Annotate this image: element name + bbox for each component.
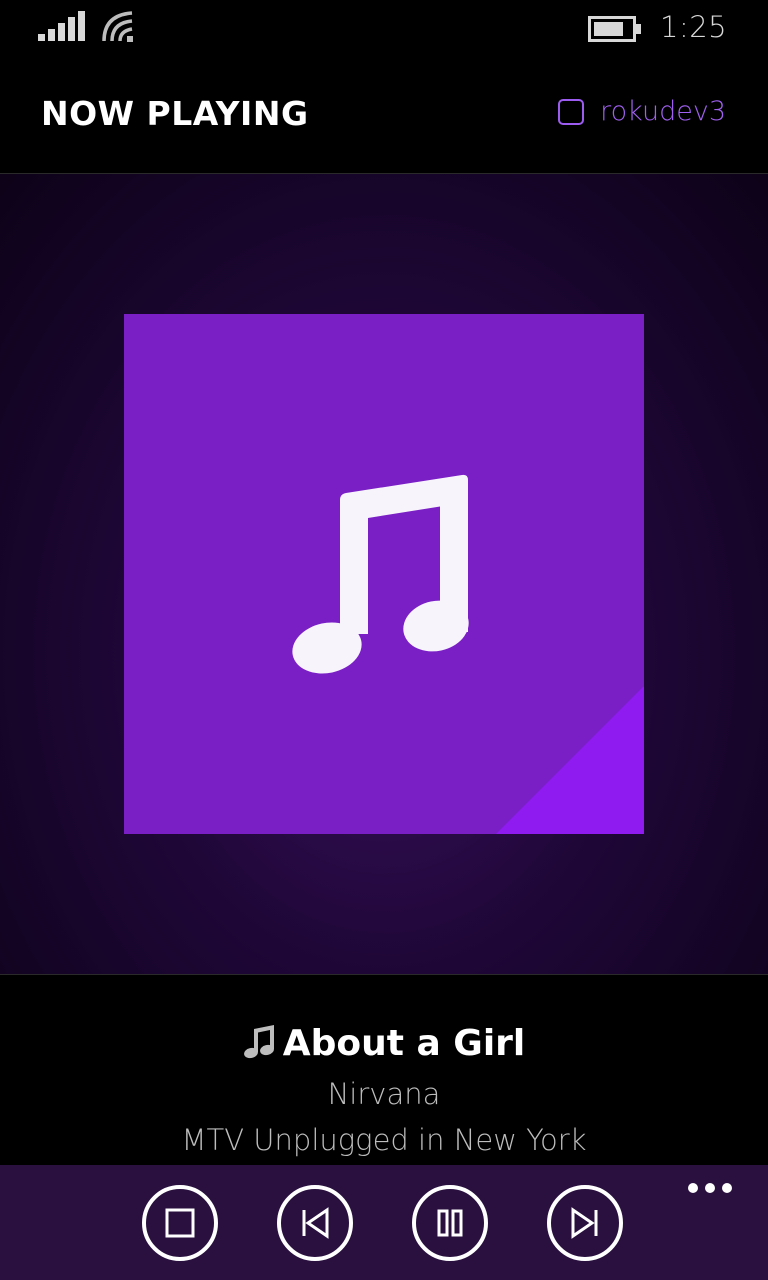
- more-dot: [688, 1183, 698, 1193]
- track-info: About a Girl Nirvana MTV Unplugged in Ne…: [0, 975, 768, 1165]
- stop-button[interactable]: [142, 1185, 218, 1261]
- track-artist: Nirvana: [327, 1077, 441, 1111]
- stop-icon: [165, 1208, 195, 1238]
- page-title: NOW PLAYING: [41, 94, 309, 133]
- more-dot: [705, 1183, 715, 1193]
- skip-next-button[interactable]: [547, 1185, 623, 1261]
- music-note-icon: [243, 1025, 274, 1059]
- device-selector[interactable]: rokudev3: [558, 96, 726, 127]
- clock: 1:25: [660, 10, 728, 44]
- skip-next-icon: [571, 1207, 598, 1239]
- device-name: rokudev3: [600, 96, 726, 127]
- device-checkbox[interactable]: [558, 98, 585, 125]
- more-dot: [722, 1183, 732, 1193]
- battery-icon: [588, 16, 641, 42]
- album-art: [124, 314, 644, 834]
- header: NOW PLAYING rokudev3: [0, 60, 768, 174]
- pause-icon: [437, 1209, 463, 1237]
- app-bar: [0, 1165, 768, 1280]
- pause-button[interactable]: [412, 1185, 488, 1261]
- music-note-icon: [292, 474, 469, 674]
- track-title: About a Girl: [282, 1023, 526, 1064]
- signal-icon: [38, 11, 85, 41]
- album-art-area: [0, 174, 768, 975]
- track-title-row: About a Girl: [0, 1023, 768, 1064]
- more-options-button[interactable]: [680, 1179, 740, 1199]
- skip-previous-button[interactable]: [277, 1185, 353, 1261]
- album-art-corner: [496, 686, 644, 834]
- status-bar: 1:25: [0, 0, 768, 60]
- skip-previous-icon: [302, 1207, 329, 1239]
- wifi-icon: [102, 11, 133, 42]
- track-album: MTV Unplugged in New York: [181, 1123, 587, 1157]
